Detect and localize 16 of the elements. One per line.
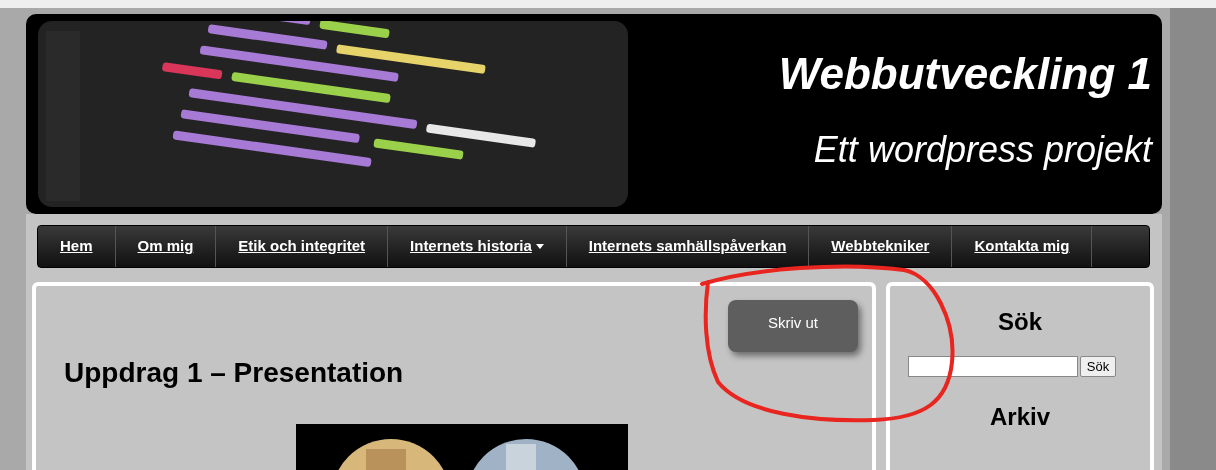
nav-link[interactable]: Webbtekniker xyxy=(809,226,953,267)
site-subtitle: Ett wordpress projekt xyxy=(813,132,1152,168)
search-button[interactable]: Sök xyxy=(1079,356,1117,377)
nav-link[interactable]: Internets historia xyxy=(388,226,567,267)
search-field[interactable] xyxy=(907,356,1078,377)
nav-link[interactable]: Om mig xyxy=(115,226,217,267)
nav-link[interactable]: Hem xyxy=(38,226,116,267)
page-heading: Uppdrag 1 – Presentation xyxy=(64,356,404,390)
caret-icon xyxy=(535,244,544,249)
nav-link[interactable]: Kontakta mig xyxy=(952,226,1093,267)
print-button[interactable]: Skriv ut xyxy=(728,300,858,352)
site-title: Webbutveckling 1 xyxy=(778,52,1152,96)
nav-link[interactable]: Etik och integritet xyxy=(216,226,389,267)
search-heading: Sök xyxy=(998,310,1042,334)
archive-heading: Arkiv xyxy=(989,405,1050,429)
nav-link[interactable]: Internets samhällspåverkan xyxy=(566,226,810,267)
